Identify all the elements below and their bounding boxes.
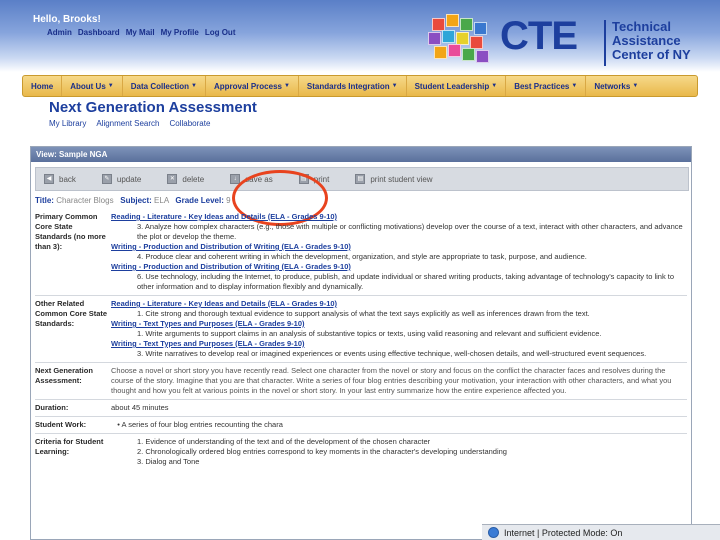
view-panel: View: Sample NGA ◀ back ✎ update ✕ delete ↓… <box>30 146 692 540</box>
row-label: Duration: <box>35 403 69 412</box>
duration-value: about 45 minutes <box>111 403 169 412</box>
greeting-text: Hello, Brooks! <box>33 14 101 25</box>
chevron-down-icon: ▼ <box>107 83 114 89</box>
delete-button[interactable]: ✕ delete <box>167 174 222 184</box>
standard-link[interactable]: Writing - Production and Distribution of… <box>111 262 687 272</box>
chevron-down-icon: ▼ <box>391 83 398 89</box>
row-label: Other Related Common Core State Standard… <box>35 299 108 328</box>
panel-header: View: Sample NGA <box>31 147 691 162</box>
nga-row: Next Generation Assessment: Choose a nov… <box>35 362 687 399</box>
account-links: Admin Dashboard My Mail My Profile Log O… <box>47 28 235 37</box>
collaborate-link[interactable]: Collaborate <box>170 119 211 128</box>
student-work-row: Student Work: • A series of four blog en… <box>35 416 687 433</box>
my-profile-link[interactable]: My Profile <box>161 28 199 37</box>
standard-link[interactable]: Reading - Literature - Key Ideas and Det… <box>111 299 687 309</box>
row-label: Next Generation Assessment: <box>35 366 93 385</box>
standard-link[interactable]: Writing - Text Types and Purposes (ELA -… <box>111 319 687 329</box>
main-nav: Home About Us ▼ Data Collection ▼ Approval… <box>22 75 698 97</box>
standard-link[interactable]: Writing - Text Types and Purposes (ELA -… <box>111 339 687 349</box>
sub-nav: My Library Alignment Search Collaborate <box>49 119 210 128</box>
meta-line: Title: Character Blogs Subject: ELA Grad… <box>35 196 231 205</box>
save-as-button[interactable]: ↓ save as <box>230 174 291 184</box>
nga-text: Choose a novel or short story you have r… <box>111 366 672 395</box>
nav-home[interactable]: Home <box>23 76 63 96</box>
update-icon: ✎ <box>101 174 112 184</box>
chevron-down-icon: ▼ <box>283 83 290 89</box>
logo-divider <box>604 20 606 66</box>
nav-student-leadership[interactable]: Student Leadership ▼ <box>407 76 507 96</box>
student-work-value: A series of four blog entries recounting… <box>121 420 283 429</box>
nav-about-us[interactable]: About Us ▼ <box>62 76 123 96</box>
row-label: Primary Common Core State Standards (no … <box>35 212 106 251</box>
my-library-link[interactable]: My Library <box>49 119 86 128</box>
log-out-link[interactable]: Log Out <box>205 28 236 37</box>
standard-link[interactable]: Reading - Literature - Key Ideas and Det… <box>111 212 687 222</box>
admin-link[interactable]: Admin <box>47 28 72 37</box>
logo-word: CTE <box>500 14 578 58</box>
toolbar: ◀ back ✎ update ✕ delete ↓ save as ▤ print ▤ p… <box>35 167 689 226</box>
back-button[interactable]: ◀ back <box>44 174 94 184</box>
detail-rows: Primary Common Core State Standards (no … <box>35 209 687 470</box>
update-button[interactable]: ✎ update <box>101 174 159 184</box>
dashboard-link[interactable]: Dashboard <box>78 28 120 37</box>
cubes-logo-icon <box>426 14 496 70</box>
criteria-item: 1. Evidence of understanding of the text… <box>137 437 431 446</box>
print-student-view-button[interactable]: ▤ print student view <box>355 174 450 184</box>
primary-standards-row: Primary Common Core State Standards (no … <box>35 209 687 295</box>
row-label: Student Work: <box>35 420 87 429</box>
cte-logo[interactable]: CTE Technical Assistance Center of NY <box>426 8 716 72</box>
row-label: Criteria for Student Learning: <box>35 437 104 456</box>
status-text: Internet | Protected Mode: On <box>504 527 623 538</box>
globe-icon <box>488 527 499 538</box>
printer-icon: ▤ <box>355 174 366 184</box>
nav-best-practices[interactable]: Best Practices ▼ <box>506 76 587 96</box>
my-mail-link[interactable]: My Mail <box>126 28 155 37</box>
standard-link[interactable]: Writing - Production and Distribution of… <box>111 242 687 252</box>
trash-icon: ✕ <box>167 174 178 184</box>
logo-text: Technical Assistance Center of NY <box>612 19 691 62</box>
nav-data-collection[interactable]: Data Collection ▼ <box>123 76 206 96</box>
alignment-search-link[interactable]: Alignment Search <box>96 119 159 128</box>
criteria-item: 3. Dialog and Tone <box>137 457 200 466</box>
chevron-down-icon: ▼ <box>632 83 639 89</box>
other-standards-row: Other Related Common Core State Standard… <box>35 295 687 362</box>
chevron-down-icon: ▼ <box>190 83 197 89</box>
chevron-down-icon: ▼ <box>491 83 498 89</box>
page-title: Next Generation Assessment <box>49 99 257 116</box>
nav-approval-process[interactable]: Approval Process ▼ <box>206 76 299 96</box>
site-header: Hello, Brooks! Admin Dashboard My Mail M… <box>0 0 720 72</box>
duration-row: Duration: about 45 minutes <box>35 399 687 416</box>
save-icon: ↓ <box>230 174 241 184</box>
nav-networks[interactable]: Networks ▼ <box>586 76 646 96</box>
nav-standards-integration[interactable]: Standards Integration ▼ <box>299 76 407 96</box>
criteria-row: Criteria for Student Learning: 1. Eviden… <box>35 433 687 470</box>
chevron-down-icon: ▼ <box>571 83 578 89</box>
back-arrow-icon: ◀ <box>44 174 54 184</box>
print-button[interactable]: ▤ print <box>298 174 348 184</box>
criteria-item: 2. Chronologically ordered blog entries … <box>137 447 507 456</box>
browser-status-bar: Internet | Protected Mode: On <box>482 524 720 540</box>
printer-icon: ▤ <box>298 174 309 184</box>
